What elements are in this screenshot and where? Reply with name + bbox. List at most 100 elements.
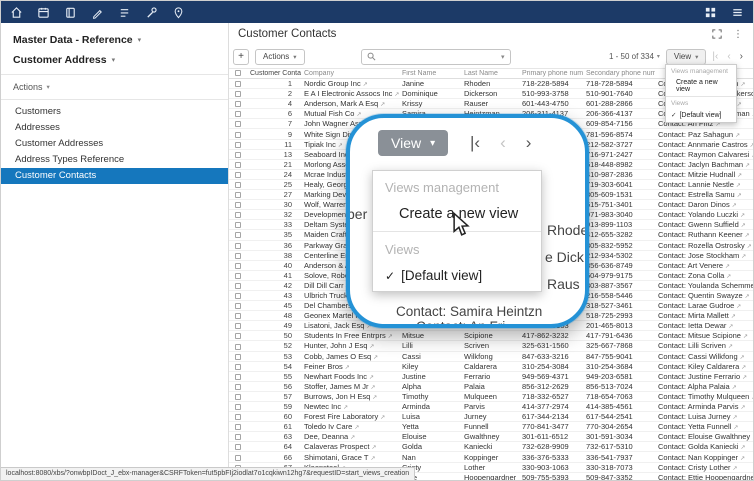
cell-contact[interactable]: Contact: Timothy Mulqueen↗	[655, 392, 753, 401]
row-select-cell[interactable]	[229, 362, 247, 371]
search-input[interactable]	[380, 52, 497, 61]
cell-contact[interactable]: Contact: Justine Ferrario↗	[655, 372, 753, 381]
cell-contact[interactable]: Contact: Rozella Ostrosky↗	[655, 241, 753, 250]
prev-page-icon[interactable]: ‹	[727, 52, 730, 62]
table-row[interactable]: 63Dee, Deanna↗ElouiseGwalthney301-611-65…	[229, 432, 753, 442]
row-checkbox[interactable]	[235, 394, 241, 400]
row-select-cell[interactable]	[229, 372, 247, 381]
row-select-cell[interactable]	[229, 271, 247, 280]
sidebar-item-customer-contacts[interactable]: Customer Contacts	[1, 168, 228, 184]
row-checkbox[interactable]	[235, 152, 241, 158]
row-select-cell[interactable]	[229, 301, 247, 310]
search-options-caret-icon[interactable]: ▾	[501, 53, 505, 61]
cell-contact[interactable]: Contact: Lannie Nestle↗	[655, 180, 753, 189]
table-row[interactable]: 59Newtec Inc↗ArmindaParvis414-377-297441…	[229, 402, 753, 412]
row-checkbox[interactable]	[235, 172, 241, 178]
row-checkbox[interactable]	[235, 91, 241, 97]
row-select-cell[interactable]	[229, 281, 247, 290]
cell-contact[interactable]: Contact: Cristy Lother↗	[655, 463, 753, 472]
row-select-cell[interactable]	[229, 432, 247, 441]
row-checkbox[interactable]	[235, 354, 241, 360]
more-options-icon[interactable]: ⋮	[733, 29, 743, 40]
view-button[interactable]: View ▾	[666, 49, 706, 65]
cell-company[interactable]: Forest Fire Laboratory↗	[301, 412, 399, 421]
row-checkbox[interactable]	[235, 444, 241, 450]
row-select-cell[interactable]	[229, 89, 247, 98]
cell-company[interactable]: Hunter, John J Esq↗	[301, 341, 399, 350]
row-checkbox[interactable]	[235, 182, 241, 188]
domain-selector[interactable]: Master Data - Reference ▾	[1, 30, 228, 50]
create-new-view-item[interactable]: Create a new view	[666, 76, 736, 95]
row-select-cell[interactable]	[229, 200, 247, 209]
cell-company[interactable]: Dee, Deanna↗	[301, 432, 399, 441]
select-all-checkbox[interactable]	[235, 70, 241, 76]
cell-contact[interactable]: Contact: Daron Dinos↗	[655, 200, 753, 209]
cell-company[interactable]: Shimotani, Grace T↗	[301, 453, 399, 462]
cell-company[interactable]: Feiner Bros↗	[301, 362, 399, 371]
table-row[interactable]: 52Hunter, John J Esq↗LilliScriven325-631…	[229, 341, 753, 351]
row-select-cell[interactable]	[229, 442, 247, 451]
row-select-cell[interactable]	[229, 392, 247, 401]
row-select-cell[interactable]	[229, 79, 247, 88]
row-checkbox[interactable]	[235, 283, 241, 289]
row-checkbox[interactable]	[235, 434, 241, 440]
row-checkbox[interactable]	[235, 424, 241, 430]
row-checkbox[interactable]	[235, 293, 241, 299]
cell-contact[interactable]: Contact: Jaclyn Bachman↗	[655, 160, 753, 169]
row-checkbox[interactable]	[235, 232, 241, 238]
row-checkbox[interactable]	[235, 162, 241, 168]
cell-contact[interactable]: Contact: Cassi Wilkfong↗	[655, 352, 753, 361]
cell-contact[interactable]: Contact: Larae Gudroe↗	[655, 301, 753, 310]
row-checkbox[interactable]	[235, 455, 241, 461]
expand-icon[interactable]	[712, 29, 722, 39]
cell-contact[interactable]: Contact: Yetta Funnell↗	[655, 422, 753, 431]
cell-contact[interactable]: Contact: Kiley Caldarera↗	[655, 362, 753, 371]
row-select-cell[interactable]	[229, 160, 247, 169]
cell-company[interactable]: Students In Free Entrprs↗	[301, 331, 399, 340]
cell-contact[interactable]: Contact: Mitzie Hudnall↗	[655, 170, 753, 179]
row-checkbox[interactable]	[235, 263, 241, 269]
book-icon[interactable]	[64, 6, 77, 19]
row-select-cell[interactable]	[229, 119, 247, 128]
cell-contact[interactable]: Contact: Ettie Hoopengardner↗	[655, 473, 753, 481]
cell-contact[interactable]: Contact: Yolando Luczki↗	[655, 210, 753, 219]
row-select-cell[interactable]	[229, 261, 247, 270]
tools-icon[interactable]	[145, 6, 158, 19]
menu-icon[interactable]	[731, 6, 744, 19]
row-select-cell[interactable]	[229, 241, 247, 250]
cell-company[interactable]: Nordic Group Inc↗	[301, 79, 399, 88]
row-checkbox[interactable]	[235, 333, 241, 339]
cell-company[interactable]: Anderson, Mark A Esq↗	[301, 99, 399, 108]
cell-contact[interactable]: Contact: Alpha Palaia↗	[655, 382, 753, 391]
row-select-cell[interactable]	[229, 150, 247, 159]
cell-contact[interactable]: Contact: Nan Koppinger↗	[655, 453, 753, 462]
row-select-cell[interactable]	[229, 331, 247, 340]
row-select-cell[interactable]	[229, 412, 247, 421]
row-select-cell[interactable]	[229, 402, 247, 411]
cell-company[interactable]: Newhart Foods Inc↗	[301, 372, 399, 381]
row-select-cell[interactable]	[229, 251, 247, 260]
cell-company[interactable]: Cobb, James O Esq↗	[301, 352, 399, 361]
default-view-item[interactable]: ✓[Default view]	[666, 108, 736, 121]
row-checkbox[interactable]	[235, 404, 241, 410]
row-select-cell[interactable]	[229, 109, 247, 118]
cell-contact[interactable]: Contact: Arminda Parvis↗	[655, 402, 753, 411]
cell-contact[interactable]: Contact: Ruthann Keener↗	[655, 230, 753, 239]
row-checkbox[interactable]	[235, 273, 241, 279]
cell-contact[interactable]: Contact: Raymon Calvaresi↗	[655, 150, 753, 159]
cell-contact[interactable]: Contact: Youlanda Schemmer↗	[655, 281, 753, 290]
row-select-cell[interactable]	[229, 230, 247, 239]
row-checkbox[interactable]	[235, 222, 241, 228]
row-checkbox[interactable]	[235, 111, 241, 117]
row-select-cell[interactable]	[229, 352, 247, 361]
table-row[interactable]: 54Feiner Bros↗KileyCaldarera310-254-3084…	[229, 362, 753, 372]
pin-icon[interactable]	[172, 6, 185, 19]
cell-company[interactable]: E A I Electronic Assocs Inc↗	[301, 89, 399, 98]
row-checkbox[interactable]	[235, 374, 241, 380]
row-checkbox[interactable]	[235, 414, 241, 420]
calendar-icon[interactable]	[37, 6, 50, 19]
row-select-cell[interactable]	[229, 140, 247, 149]
row-select-cell[interactable]	[229, 220, 247, 229]
grid-icon[interactable]	[704, 6, 717, 19]
row-select-cell[interactable]	[229, 190, 247, 199]
